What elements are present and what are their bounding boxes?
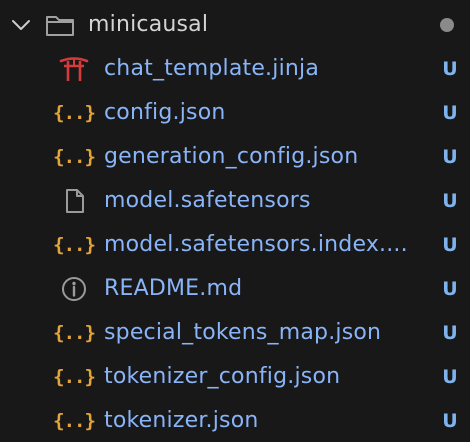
- file-row-readme[interactable]: README.md U: [0, 267, 470, 311]
- git-status-badge: U: [442, 234, 458, 256]
- file-name: special_tokens_map.json: [104, 320, 382, 345]
- file-name: tokenizer_config.json: [104, 364, 341, 389]
- folder-icon: [46, 16, 74, 36]
- file-name: model.safetensors: [104, 188, 311, 213]
- file-name: chat_template.jinja: [104, 56, 320, 81]
- file-name: generation_config.json: [104, 144, 359, 169]
- file-row-special-tokens-map-json[interactable]: {..} special_tokens_map.json U: [0, 311, 470, 355]
- file-name: config.json: [104, 100, 226, 125]
- modified-dot: [440, 18, 454, 32]
- file-row-config-json[interactable]: {..} config.json U: [0, 91, 470, 135]
- info-icon: [62, 277, 86, 301]
- file-name: README.md: [104, 276, 243, 301]
- file-explorer: minicausal chat_template.jinja U {..} co…: [0, 0, 470, 442]
- file-row-chat-template[interactable]: chat_template.jinja U: [0, 47, 470, 91]
- json-braces-icon: {..}: [53, 366, 96, 388]
- folder-row-minicausal[interactable]: minicausal: [0, 3, 470, 47]
- json-braces-icon: {..}: [53, 146, 96, 168]
- file-name: tokenizer.json: [104, 408, 259, 433]
- file-row-generation-config-json[interactable]: {..} generation_config.json U: [0, 135, 470, 179]
- git-status-badge: U: [442, 58, 458, 80]
- git-status-badge: U: [442, 322, 458, 344]
- file-row-model-safetensors-index[interactable]: {..} model.safetensors.index.... U: [0, 223, 470, 267]
- json-braces-icon: {..}: [53, 410, 96, 432]
- git-status-badge: U: [442, 102, 458, 124]
- git-status-badge: U: [442, 190, 458, 212]
- git-status-badge: U: [442, 366, 458, 388]
- file-row-tokenizer-config-json[interactable]: {..} tokenizer_config.json U: [0, 355, 470, 399]
- file-icon: [66, 189, 84, 213]
- jinja-torii-icon: [59, 57, 89, 81]
- chevron-down-icon[interactable]: [10, 15, 32, 35]
- git-status-badge: U: [442, 278, 458, 300]
- json-braces-icon: {..}: [53, 102, 96, 124]
- folder-name: minicausal: [88, 12, 209, 37]
- git-status-badge: U: [442, 410, 458, 432]
- git-status-badge: U: [442, 146, 458, 168]
- file-name: model.safetensors.index....: [104, 232, 408, 257]
- file-row-tokenizer-json[interactable]: {..} tokenizer.json U: [0, 399, 470, 442]
- json-braces-icon: {..}: [53, 234, 96, 256]
- file-row-model-safetensors[interactable]: model.safetensors U: [0, 179, 470, 223]
- json-braces-icon: {..}: [53, 322, 96, 344]
